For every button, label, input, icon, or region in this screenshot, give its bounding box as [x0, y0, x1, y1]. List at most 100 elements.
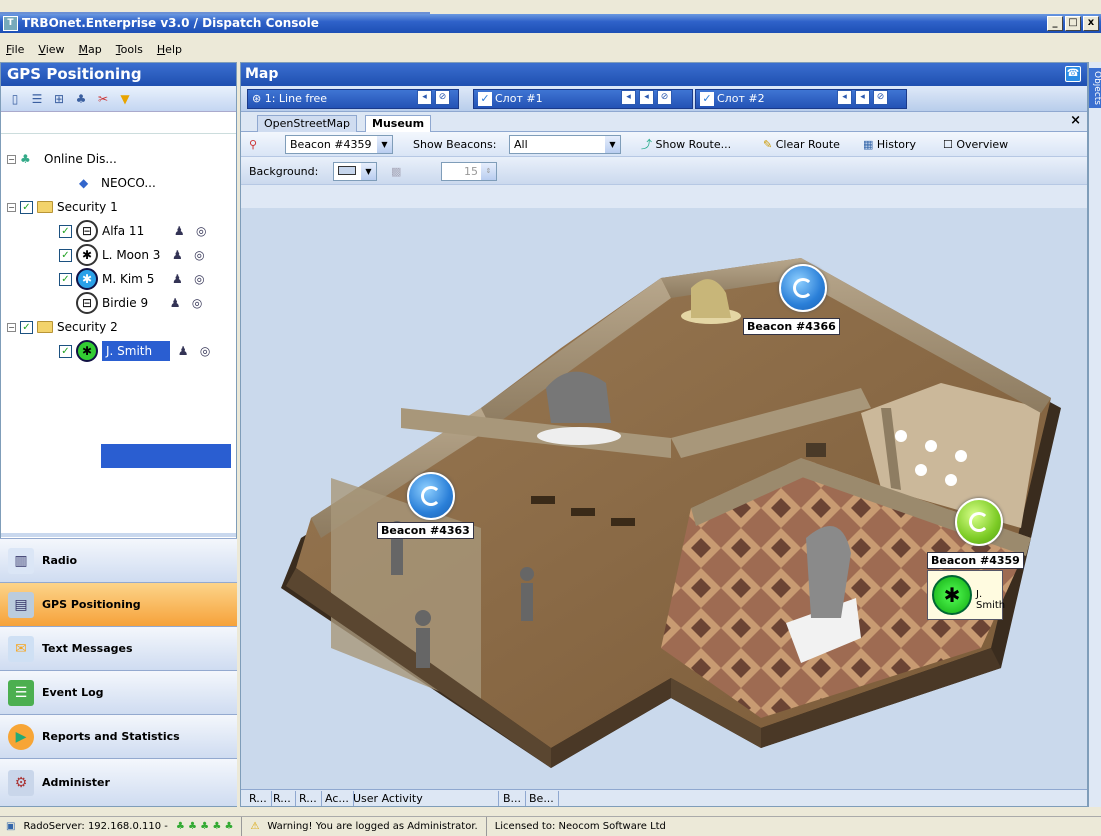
filter-icon[interactable]: ▼: [117, 91, 133, 107]
bottom-tab[interactable]: R...: [245, 791, 272, 806]
show-route-button[interactable]: ⤴ Show Route...: [641, 136, 731, 153]
minimize-button[interactable]: _: [1047, 16, 1063, 31]
menu-file[interactable]: File: [6, 41, 24, 59]
opacity-icon[interactable]: ▩: [391, 163, 401, 180]
nav-gps-positioning[interactable]: ▤ GPS Positioning: [0, 582, 237, 626]
close-tab-icon[interactable]: ×: [1070, 113, 1081, 128]
nav-reports[interactable]: ▶ Reports and Statistics: [0, 714, 237, 758]
list-view-icon[interactable]: ☰: [29, 91, 45, 107]
radio-list-icon[interactable]: ▯: [7, 91, 23, 107]
checkbox[interactable]: ✓: [59, 224, 72, 238]
beacon-4359-marker[interactable]: [955, 498, 1003, 546]
mute-icon[interactable]: ⊘: [873, 90, 888, 105]
radio-icon: ▥: [8, 547, 34, 574]
nav-radio[interactable]: ▥ Radio: [0, 538, 237, 582]
nav-administer[interactable]: ⚙ Administer: [0, 758, 237, 806]
tab-museum[interactable]: Museum: [365, 115, 432, 132]
bottom-tab[interactable]: Be...: [525, 791, 559, 806]
map-panel-header: Map ☎: [241, 63, 1087, 86]
ptt-icon[interactable]: ◎: [190, 270, 208, 288]
tree-node-security2[interactable]: − ✓ Security 2: [7, 316, 118, 338]
menu-tools[interactable]: Tools: [116, 41, 143, 59]
bottom-tab[interactable]: R...: [269, 791, 296, 806]
alarm-bell-icon[interactable]: ♟: [166, 294, 184, 312]
history-button[interactable]: ▦ History: [863, 136, 916, 153]
left-panel-toolbar: ▯ ☰ ⊞ ♣ ✂ ▼: [1, 86, 236, 112]
tree-node-mkim5[interactable]: ✓ ✱ M. Kim 5 ♟ ◎: [59, 268, 208, 290]
beacon-4366-marker[interactable]: [779, 264, 827, 312]
volume-icon[interactable]: ◂: [855, 90, 870, 105]
mute-icon[interactable]: ⊘: [657, 90, 672, 105]
tree-node-alfa11[interactable]: ✓ ⊟ Alfa 11 ♟ ◎: [59, 220, 210, 242]
alarm-bell-icon[interactable]: ♟: [168, 246, 186, 264]
objects-tab[interactable]: Objects: [1089, 68, 1101, 108]
groups-icon[interactable]: ♣: [73, 91, 89, 107]
speaker-icon[interactable]: ◂: [837, 90, 852, 105]
title-bar[interactable]: T TRBOnet.Enterprise v3.0 / Dispatch Con…: [0, 14, 1101, 33]
speaker-icon[interactable]: ◂: [621, 90, 636, 105]
tree-node-neocom[interactable]: ◆ NEOCO...: [79, 172, 156, 194]
collapse-icon[interactable]: −: [7, 322, 16, 332]
color-swatch: [338, 166, 356, 175]
bottom-tab[interactable]: R...: [295, 791, 322, 806]
background-color-select[interactable]: ▼: [333, 162, 377, 181]
menu-map[interactable]: Map: [79, 41, 102, 59]
bottom-tab[interactable]: B...: [499, 791, 527, 806]
call-icon[interactable]: ☎: [1065, 66, 1081, 82]
objects-strip[interactable]: Objects: [1088, 62, 1101, 807]
nav-label: Reports and Statistics: [42, 730, 180, 743]
ptt-icon[interactable]: ◎: [196, 342, 215, 360]
show-beacons-select[interactable]: All ▼: [509, 135, 621, 154]
opacity-spinner[interactable]: 15 ⇕: [441, 162, 497, 181]
tree-node-jsmith[interactable]: ✓ ✱ J. Smith ♟ ◎: [59, 340, 215, 362]
checkbox[interactable]: ✓: [59, 344, 72, 358]
nav-label: Administer: [42, 776, 110, 789]
checkbox[interactable]: ✓: [20, 200, 33, 214]
checkbox[interactable]: ✓: [59, 272, 72, 286]
chevron-down-icon: ▼: [361, 163, 376, 180]
ptt-icon[interactable]: ◎: [188, 294, 206, 312]
museum-3d-map[interactable]: Beacon #4366 Beacon #4363 Beacon #4359 ✱…: [241, 208, 1087, 790]
chevron-down-icon: ▼: [377, 136, 392, 153]
tree-view-icon[interactable]: ⊞: [51, 91, 67, 107]
ptt-icon[interactable]: ◎: [192, 222, 210, 240]
alarm-bell-icon[interactable]: ♟: [174, 342, 193, 360]
clear-route-button[interactable]: ✎ Clear Route: [763, 136, 840, 153]
nav-text-messages[interactable]: ✉ Text Messages: [0, 626, 237, 670]
bottom-tab-user-activity[interactable]: User Activity: [349, 791, 499, 806]
checkbox[interactable]: ✓: [20, 320, 33, 334]
locate-icon[interactable]: ⚲: [249, 136, 257, 153]
nav-event-log[interactable]: ☰ Event Log: [0, 670, 237, 714]
tree-node-online[interactable]: − ♣ Online Dis...: [7, 148, 117, 170]
volume-icon[interactable]: ◂: [639, 90, 654, 105]
beacon-select[interactable]: Beacon #4359 ▼: [285, 135, 393, 154]
panel-splitter[interactable]: [1, 533, 236, 537]
slot1-checkbox[interactable]: ✓: [478, 92, 492, 106]
collapse-icon[interactable]: −: [7, 202, 16, 212]
menu-view[interactable]: View: [38, 41, 64, 59]
menu-help[interactable]: Help: [157, 41, 182, 59]
tree-search-field[interactable]: [1, 112, 236, 134]
tab-openstreetmap[interactable]: OpenStreetMap: [257, 115, 358, 132]
alarm-bell-icon[interactable]: ♟: [168, 270, 186, 288]
slot2-checkbox[interactable]: ✓: [700, 92, 714, 106]
folder-icon: [37, 201, 53, 213]
jsmith-marker[interactable]: ✱ J. Smith: [927, 570, 1005, 620]
collapse-icon[interactable]: −: [7, 154, 16, 164]
close-button[interactable]: x: [1083, 16, 1099, 31]
tools-icon[interactable]: ✂: [95, 91, 111, 107]
tree-node-security1[interactable]: − ✓ Security 1: [7, 196, 118, 218]
checkbox[interactable]: ✓: [59, 248, 72, 262]
map-title: Map: [245, 66, 279, 82]
walker-icon: ✱: [932, 575, 972, 615]
tree-node-lmoon3[interactable]: ✓ ✱ L. Moon 3 ♟ ◎: [59, 244, 208, 266]
beacon-4363-marker[interactable]: [407, 472, 455, 520]
maximize-button[interactable]: □: [1065, 16, 1081, 31]
ptt-icon[interactable]: ◎: [190, 246, 208, 264]
alarm-bell-icon[interactable]: ♟: [170, 222, 188, 240]
show-beacons-label: Show Beacons:: [413, 138, 497, 151]
volume-icon[interactable]: ◂: [417, 90, 432, 105]
mute-icon[interactable]: ⊘: [435, 90, 450, 105]
overview-button[interactable]: ☐ Overview: [943, 136, 1008, 153]
tree-node-birdie9[interactable]: ⊟ Birdie 9 ♟ ◎: [76, 292, 206, 314]
